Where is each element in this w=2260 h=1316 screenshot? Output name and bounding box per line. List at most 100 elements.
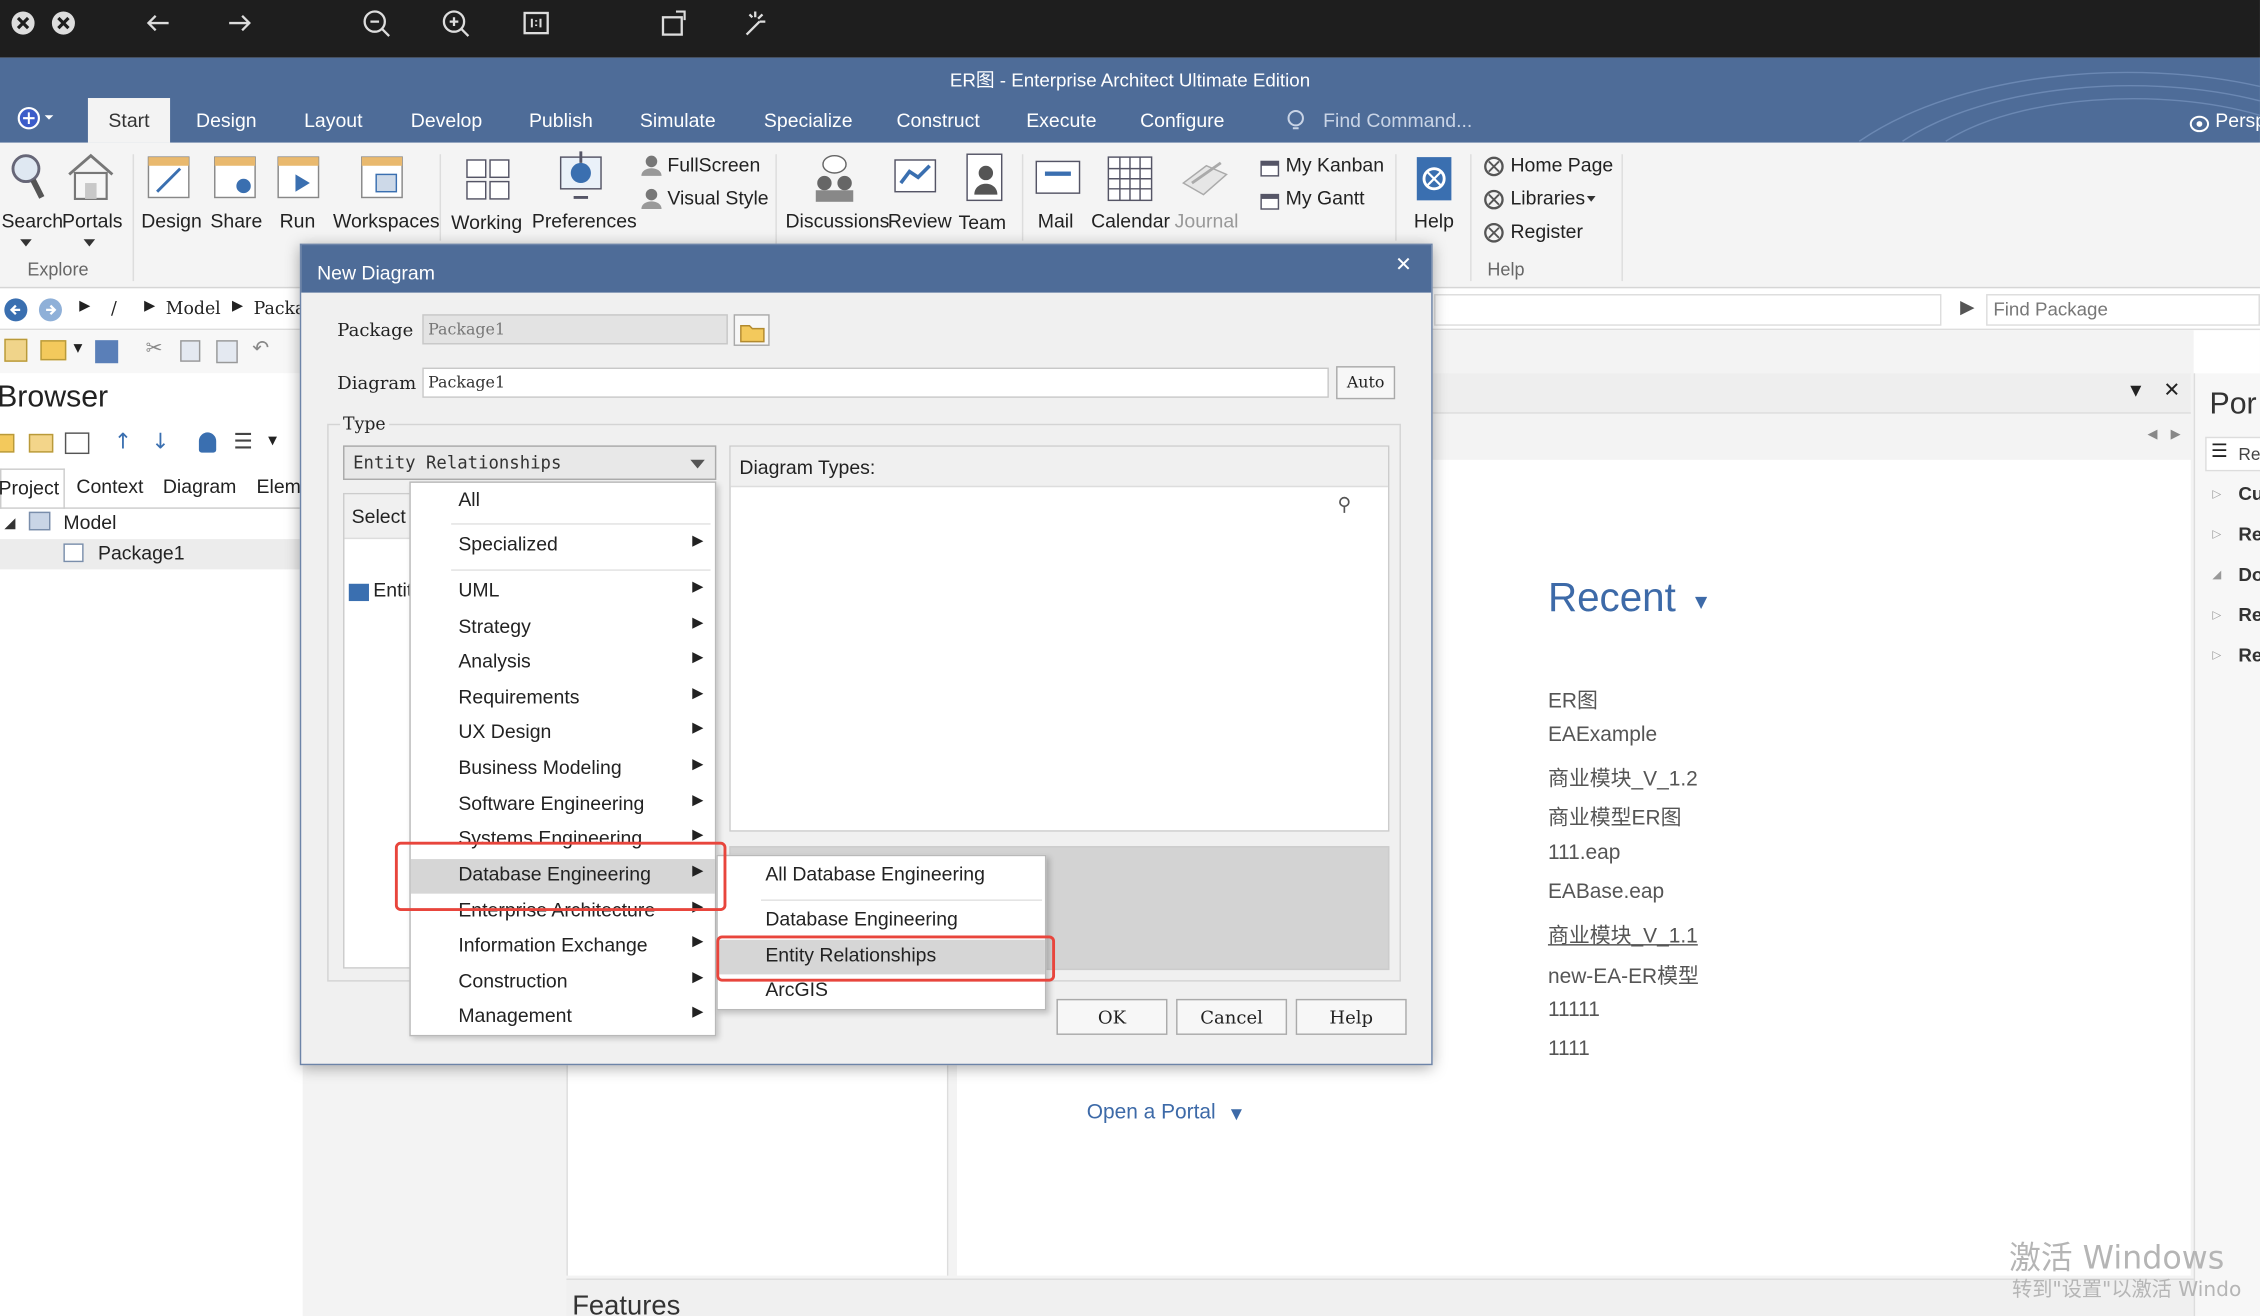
visual-style-button[interactable]: Visual Style	[667, 187, 768, 209]
kanban-icon[interactable]	[1260, 157, 1280, 184]
share-button[interactable]: Share	[210, 210, 262, 232]
menu-item-software-engineering[interactable]: Software Engineering ▶	[411, 788, 715, 823]
rotate-icon[interactable]	[656, 6, 693, 43]
my-gantt-button[interactable]: My Gantt	[1286, 187, 1365, 209]
libraries-dropdown-arrow[interactable]	[1586, 196, 1596, 202]
house-icon[interactable]	[66, 151, 115, 209]
recent-item[interactable]: 111.eap	[1548, 842, 1620, 865]
portals-button[interactable]: Portals	[62, 210, 123, 232]
nav-root[interactable]: /	[111, 298, 117, 318]
libraries-icon[interactable]	[1483, 189, 1505, 216]
tab-construct[interactable]: Construct	[896, 110, 979, 132]
recent-item[interactable]: ER图	[1548, 685, 1598, 715]
go-arrow-icon[interactable]: ▶	[1960, 297, 1974, 319]
diagram-icon[interactable]	[64, 432, 90, 455]
new-icon[interactable]	[4, 338, 28, 362]
search-icon[interactable]: ⚲	[1338, 494, 1352, 516]
back-icon[interactable]	[3, 297, 29, 329]
register-button[interactable]: Register	[1510, 221, 1582, 243]
my-kanban-button[interactable]: My Kanban	[1286, 154, 1384, 176]
recent-item[interactable]: EABase.eap	[1548, 881, 1664, 904]
locate-icon[interactable]	[198, 432, 217, 453]
working-sets-button[interactable]: Working Sets	[451, 210, 537, 235]
design-button[interactable]: Design	[141, 210, 202, 232]
portals-dropdown-arrow[interactable]	[83, 239, 96, 247]
entity-list-item[interactable]: Entit	[373, 579, 412, 601]
zoom-in-icon[interactable]	[437, 6, 474, 43]
preferences-button[interactable]: Preferences	[532, 210, 637, 232]
paste-icon[interactable]	[216, 340, 238, 364]
mail-icon[interactable]	[1033, 157, 1082, 206]
tree-item-model[interactable]: Model	[63, 512, 116, 534]
preferences-icon[interactable]	[556, 148, 605, 209]
menu-item-requirements[interactable]: Requirements ▶	[411, 682, 715, 717]
dialog-close-icon[interactable]: ✕	[1395, 252, 1412, 277]
recent-dropdown-icon[interactable]: ▼	[1695, 592, 1707, 611]
cut-icon[interactable]: ✂	[146, 337, 163, 360]
find-package-input[interactable]: Find Package	[1986, 294, 2260, 326]
visual-style-icon[interactable]	[640, 187, 663, 216]
tab-project[interactable]: Project	[0, 468, 65, 509]
calendar-icon[interactable]	[1105, 154, 1154, 209]
forward-arrow-icon[interactable]	[221, 6, 258, 43]
menu-item-strategy[interactable]: Strategy ▶	[411, 611, 715, 646]
submenu-item-all-database-engineering[interactable]: All Database Engineering	[718, 859, 1045, 894]
tab-specialize[interactable]: Specialize	[764, 110, 853, 132]
libraries-button[interactable]: Libraries	[1510, 187, 1585, 209]
auto-button[interactable]: Auto	[1336, 366, 1396, 400]
scroll-left-icon[interactable]: ◀	[2148, 428, 2158, 442]
mail-button[interactable]: Mail	[1038, 210, 1074, 232]
menu-icon[interactable]: ☰	[233, 428, 252, 454]
recent-item[interactable]: 11111	[1548, 999, 1600, 1022]
search-button[interactable]: Search	[1, 210, 63, 232]
browse-package-button[interactable]	[733, 314, 770, 346]
tab-design[interactable]: Design	[196, 110, 257, 132]
actual-size-icon[interactable]	[517, 6, 554, 43]
folder-icon[interactable]	[28, 433, 54, 453]
review-button[interactable]: Review	[888, 210, 952, 232]
home-page-icon[interactable]	[1483, 156, 1505, 183]
search-dropdown-arrow[interactable]	[20, 239, 32, 247]
tab-configure[interactable]: Configure	[1140, 110, 1224, 132]
save-icon[interactable]	[95, 340, 119, 364]
recent-item[interactable]: 商业模型ER图	[1548, 801, 1682, 831]
open-portal-link[interactable]: Open a Portal	[1087, 1101, 1216, 1124]
share-icon[interactable]	[212, 154, 261, 209]
nav-package[interactable]: Packa	[254, 298, 306, 318]
fullscreen-button[interactable]: FullScreen	[667, 154, 760, 176]
block-icon[interactable]	[45, 6, 82, 43]
list-icon[interactable]: ☰	[2211, 441, 2228, 463]
pane-close-icon[interactable]: ✕	[2163, 379, 2180, 402]
scroll-right-icon[interactable]: ▶	[2171, 428, 2181, 442]
menu-dropdown-icon[interactable]: ▼	[268, 434, 277, 447]
nav-path-field[interactable]	[1434, 294, 1942, 326]
register-icon[interactable]	[1483, 222, 1505, 249]
menu-item-construction[interactable]: Construction ▶	[411, 966, 715, 1001]
menu-item-management[interactable]: Management ▶	[411, 1000, 715, 1035]
diagram-name-input[interactable]: Package1	[422, 367, 1329, 398]
search-icon[interactable]	[9, 151, 46, 209]
fullscreen-icon[interactable]	[640, 154, 663, 183]
home-page-button[interactable]: Home Page	[1510, 154, 1613, 176]
recent-item[interactable]: 商业模块_V_1.1	[1548, 920, 1698, 950]
portal-item[interactable]: Cu	[2238, 483, 2260, 505]
tab-develop[interactable]: Develop	[411, 110, 482, 132]
tab-publish[interactable]: Publish	[529, 110, 593, 132]
pane-dropdown-icon[interactable]: ▼	[2130, 383, 2141, 399]
design-icon[interactable]	[146, 154, 195, 209]
help-icon[interactable]	[1414, 154, 1454, 209]
perspective-button[interactable]: Persp	[2215, 110, 2260, 132]
discussions-icon[interactable]	[810, 151, 859, 209]
team-library-icon[interactable]	[961, 151, 1010, 209]
tab-element[interactable]: Elem	[257, 476, 301, 498]
expand-icon[interactable]: ◢	[4, 516, 15, 532]
nav-model[interactable]: Model	[166, 298, 221, 318]
new-package-icon[interactable]	[0, 433, 15, 453]
workspaces-icon[interactable]	[359, 154, 408, 209]
menu-item-all[interactable]: All	[411, 484, 715, 519]
review-icon[interactable]	[892, 151, 941, 209]
tab-context[interactable]: Context	[76, 476, 143, 498]
run-icon[interactable]	[275, 154, 324, 209]
team-library-button[interactable]: Team Library	[958, 210, 1021, 235]
discussions-button[interactable]: Discussions	[786, 210, 890, 232]
